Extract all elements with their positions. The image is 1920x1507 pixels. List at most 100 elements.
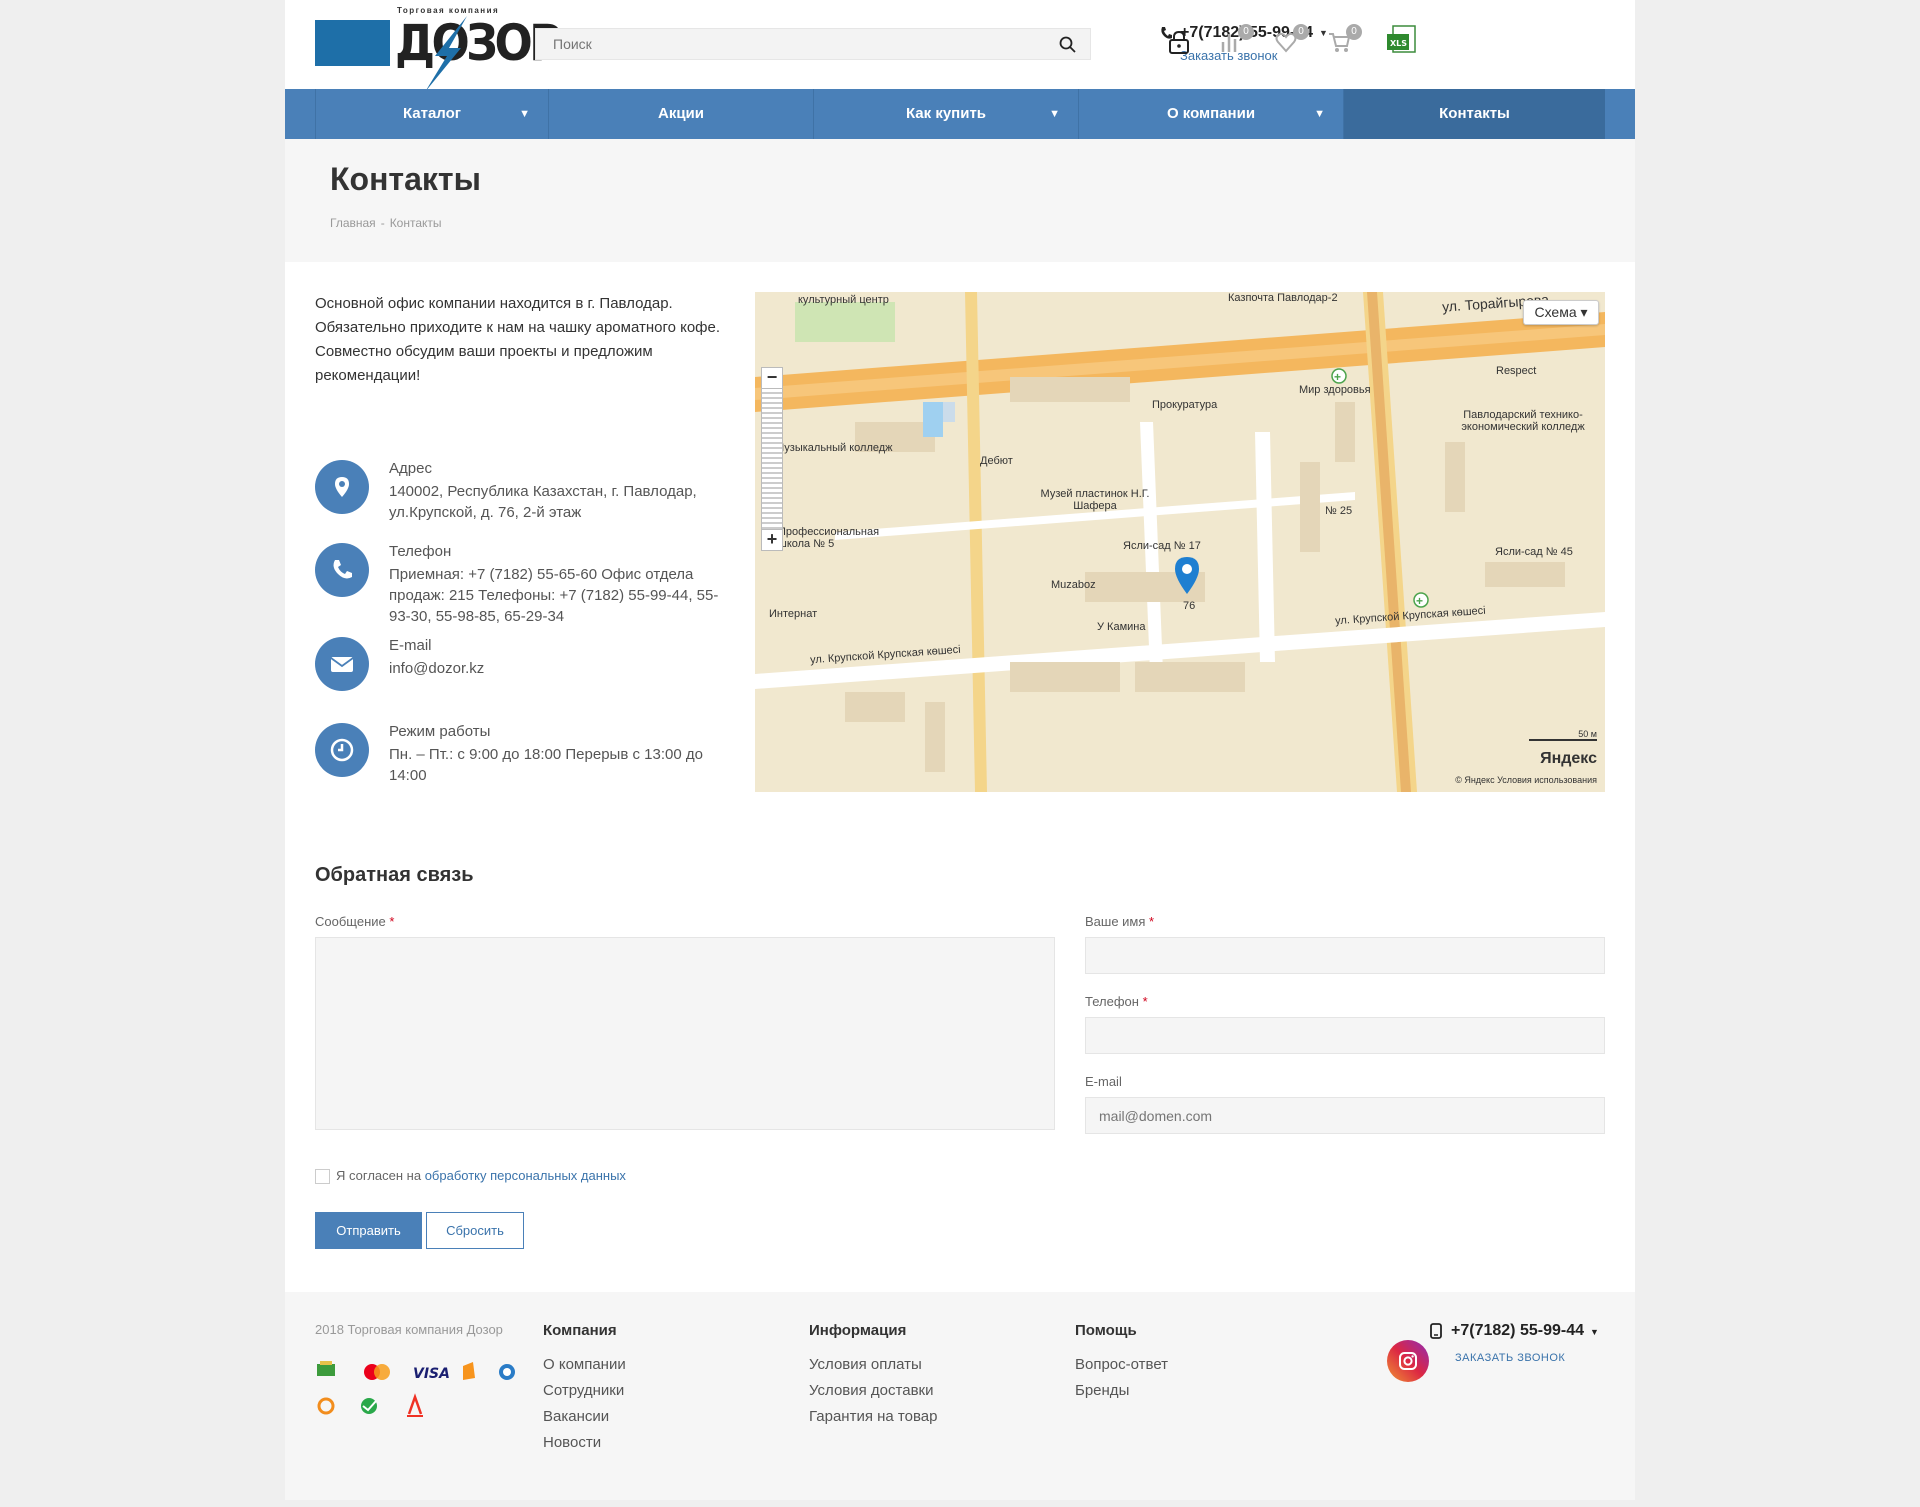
phone-label: Телефон [389, 543, 452, 560]
phone-label-text: Телефон [1085, 994, 1139, 1009]
message-textarea[interactable] [316, 938, 1054, 1129]
footer-callback-link[interactable]: ЗАКАЗАТЬ ЗВОНОК [1455, 1352, 1565, 1364]
svg-text:+: + [1334, 370, 1341, 384]
footer-phone[interactable]: +7(7182) 55-99-44 ▼ [1429, 1322, 1599, 1340]
map-scale: 50 м [1529, 729, 1597, 741]
footer-link[interactable]: Бренды [1075, 1382, 1168, 1399]
footer-link[interactable]: Вопрос-ответ [1075, 1356, 1168, 1373]
footer-column-title: Информация [809, 1322, 907, 1339]
footer-link[interactable]: Новости [543, 1434, 626, 1451]
breadcrumb-current: Контакты [389, 216, 442, 230]
map-label: Respect [1496, 365, 1537, 377]
mastercard-icon [364, 1364, 390, 1380]
search-input[interactable] [536, 29, 1016, 59]
zoom-in-button[interactable]: + [761, 529, 783, 551]
nav-item-contacts[interactable]: Контакты [1343, 89, 1605, 139]
email-value[interactable]: info@dozor.kz [389, 658, 739, 679]
footer: 2018 Торговая компания Дозор VISA Компан… [285, 1292, 1635, 1500]
logo[interactable]: Торговая компания ДОЗОР [315, 6, 562, 92]
cart-icon[interactable]: 0 [1328, 24, 1362, 59]
chevron-down-icon[interactable]: ▼ [1590, 1327, 1599, 1337]
email-field [1085, 1097, 1605, 1134]
visa-icon: VISA [413, 1366, 450, 1382]
footer-link[interactable]: Вакансии [543, 1408, 626, 1425]
favorites-heart-icon[interactable]: 0 [1275, 24, 1309, 59]
consent-row: Я согласен на обработку персональных дан… [315, 1168, 626, 1185]
clock-icon [330, 738, 354, 762]
email-input[interactable] [1086, 1098, 1604, 1133]
yandex-logo[interactable]: Яндекс [1540, 750, 1597, 768]
zoom-out-button[interactable]: − [761, 367, 783, 389]
map-label: Казпочта Павлодар-2 [1228, 292, 1338, 304]
nav-item-label: О компании [1166, 105, 1256, 122]
nav-item-label: Каталог [402, 105, 462, 122]
instagram-button[interactable] [1387, 1340, 1429, 1382]
map-label: № 25 [1325, 505, 1353, 517]
phone-input[interactable] [1086, 1018, 1604, 1053]
footer-link[interactable]: О компании [543, 1356, 626, 1373]
compare-icon[interactable]: 0 [1220, 24, 1254, 59]
required-mark: * [1149, 914, 1155, 929]
nav-item-how-to-buy[interactable]: Как купить ▼ [813, 89, 1078, 139]
main-nav: Каталог ▼ Акции Как купить ▼ О компании … [285, 89, 1635, 139]
feedback-title: Обратная связь [315, 864, 474, 886]
search-icon[interactable] [1059, 36, 1076, 58]
payment-methods: VISA [315, 1360, 535, 1425]
footer-link[interactable]: Гарантия на товар [809, 1408, 937, 1425]
webmoney-icon [499, 1364, 515, 1380]
map-copyright[interactable]: © Яндекс Условия использования [1455, 775, 1597, 785]
hours-value: Пн. – Пт.: с 9:00 до 18:00 Перерыв с 13:… [389, 746, 703, 784]
nav-item-catalog[interactable]: Каталог ▼ [315, 89, 548, 139]
zoom-slider[interactable] [761, 389, 783, 529]
intro-line: Основной офис компании находится в г. Па… [315, 295, 673, 312]
nav-item-about[interactable]: О компании ▼ [1078, 89, 1343, 139]
cash-icon [317, 1361, 335, 1376]
page-title-bar: Контакты Главная - Контакты [285, 139, 1635, 262]
consent-text: Я согласен на [336, 1168, 422, 1183]
address-circle [315, 460, 369, 514]
map-pin-icon [335, 477, 349, 497]
intro-text: Основной офис компании находится в г. Па… [315, 292, 735, 388]
map-label: Интернат [769, 608, 818, 620]
map-label: У Камина [1097, 621, 1146, 633]
name-input[interactable] [1086, 938, 1604, 973]
hours-circle [315, 723, 369, 777]
map-label: Музей пластинок Н.Г. Шафера [1040, 488, 1150, 512]
cart-count-badge: 0 [1346, 24, 1362, 40]
phone-icon [333, 560, 352, 579]
nav-item-label: Как купить [905, 105, 987, 122]
name-label-text: Ваше имя [1085, 914, 1146, 929]
favorites-count-badge: 0 [1293, 24, 1309, 40]
nav-item-label: Акции [657, 105, 704, 122]
message-label-text: Сообщение [315, 914, 386, 929]
footer-phone-number: +7(7182) 55-99-44 [1451, 1322, 1584, 1339]
address-label: Адрес [389, 460, 432, 477]
footer-link[interactable]: Сотрудники [543, 1382, 626, 1399]
footer-column-company: Компания О компании Сотрудники Вакансии … [543, 1322, 626, 1460]
email-field-label: E-mail [1085, 1074, 1122, 1089]
consent-link[interactable]: обработку персональных данных [425, 1168, 626, 1183]
yandex-map[interactable]: + + Казпочта Павлодар-2 ул. Торайгырова … [755, 292, 1605, 792]
footer-link[interactable]: Условия доставки [809, 1382, 937, 1399]
map-layer-button[interactable]: Схема ▾ [1523, 300, 1599, 325]
chevron-down-icon[interactable]: ▼ [1319, 28, 1328, 38]
login-lock-icon[interactable] [1168, 30, 1190, 59]
logo-blue-block [315, 20, 390, 66]
hours-label: Режим работы [389, 723, 491, 740]
reset-button[interactable]: Сбросить [426, 1212, 524, 1249]
nav-item-promotions[interactable]: Акции [548, 89, 813, 139]
map-label: Ясли-сад № 17 [1123, 540, 1201, 552]
footer-column-info: Информация Условия оплаты Условия достав… [809, 1322, 937, 1434]
nav-item-label: Контакты [1439, 105, 1510, 122]
excel-price-icon[interactable]: XLS [1387, 24, 1419, 59]
chevron-down-icon: ▼ [519, 108, 530, 120]
submit-button[interactable]: Отправить [315, 1212, 422, 1249]
map-label: 76 [1183, 600, 1196, 612]
yandex-money-icon [463, 1362, 475, 1380]
consent-checkbox[interactable] [315, 1169, 330, 1185]
map-zoom-control: − + [761, 367, 783, 552]
map-label: Мир здоровья [1299, 384, 1371, 396]
breadcrumb-home[interactable]: Главная [330, 216, 376, 230]
footer-link[interactable]: Условия оплаты [809, 1356, 937, 1373]
map-label: Музыкальный колледж [775, 442, 893, 454]
